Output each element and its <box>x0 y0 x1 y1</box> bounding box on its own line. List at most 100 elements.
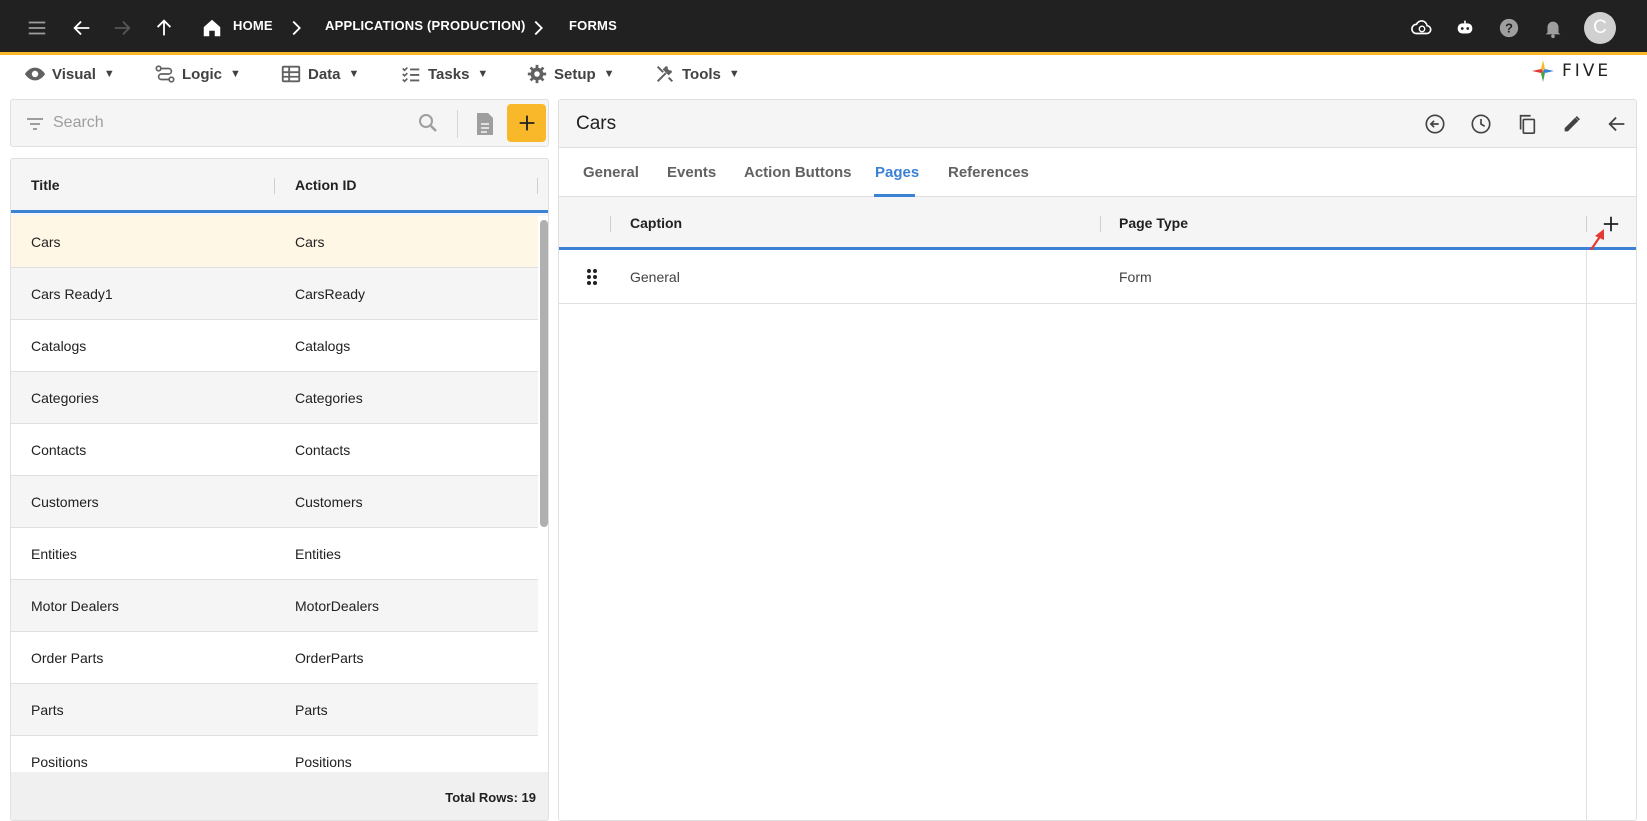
drag-handle-icon[interactable] <box>585 267 599 287</box>
gear-icon <box>527 64 547 84</box>
forms-list-table: Title Action ID Cars Cars Cars Ready1 Ca… <box>10 158 549 821</box>
caret-down-icon: ▼ <box>103 68 115 80</box>
scrollbar-thumb[interactable] <box>540 220 548 527</box>
record-panel: Cars General Events Action Buttons Pages… <box>558 99 1637 821</box>
eye-icon <box>24 67 46 81</box>
search-toolbar <box>10 99 549 147</box>
breadcrumb-chevron-icon <box>280 12 312 44</box>
table-row[interactable]: Customers Customers <box>11 476 538 528</box>
cell-action-id: Cars <box>295 234 325 250</box>
revert-icon[interactable] <box>1422 111 1448 137</box>
toolbar-divider <box>457 110 458 138</box>
cell-action-id: Parts <box>295 702 328 718</box>
menu-setup-label: Setup <box>554 65 596 83</box>
cell-action-id: CarsReady <box>295 286 366 302</box>
table-row[interactable]: Entities Entities <box>11 528 538 580</box>
total-rows-count: Total Rows: 19 <box>445 790 536 805</box>
table-row[interactable]: Motor Dealers MotorDealers <box>11 580 538 632</box>
tab-action-buttons[interactable]: Action Buttons <box>744 164 851 181</box>
menu-data[interactable]: Data ▼ <box>280 62 359 86</box>
forward-arrow-icon[interactable] <box>106 12 138 44</box>
cell-title: Positions <box>31 754 88 770</box>
tab-events[interactable]: Events <box>667 164 716 181</box>
cell-action-id: OrderParts <box>295 650 364 666</box>
menu-tools-label: Tools <box>682 65 721 83</box>
table-row[interactable]: Cars Ready1 CarsReady <box>11 268 538 320</box>
filter-icon[interactable] <box>23 112 47 136</box>
caret-down-icon: ▼ <box>728 68 740 80</box>
menu-visual-label: Visual <box>52 65 96 83</box>
edit-pencil-icon[interactable] <box>1559 111 1585 137</box>
column-resize-handle[interactable] <box>1100 216 1101 232</box>
search-icon[interactable] <box>416 111 440 135</box>
svg-text:?: ? <box>1505 21 1513 36</box>
table-row[interactable]: Positions Positions <box>11 736 538 772</box>
tab-pages[interactable]: Pages <box>875 164 919 181</box>
menu-setup[interactable]: Setup ▼ <box>526 62 615 86</box>
table-footer: Total Rows: 19 <box>11 772 548 820</box>
home-icon[interactable] <box>196 12 228 44</box>
table-row[interactable]: General Form <box>559 250 1636 304</box>
tab-general[interactable]: General <box>583 164 639 181</box>
user-avatar[interactable]: C <box>1584 12 1616 44</box>
column-header-title[interactable]: Title <box>31 177 60 193</box>
cell-title: Customers <box>31 494 99 510</box>
cell-action-id: Customers <box>295 494 363 510</box>
menu-visual[interactable]: Visual ▼ <box>24 62 115 86</box>
record-tabs: General Events Action Buttons Pages Refe… <box>559 148 1636 197</box>
up-arrow-icon[interactable] <box>148 12 180 44</box>
cell-action-id: Catalogs <box>295 338 351 354</box>
column-header-action-id[interactable]: Action ID <box>295 177 356 193</box>
add-record-button[interactable] <box>507 104 546 142</box>
table-row[interactable]: Cars Cars <box>11 216 538 268</box>
hamburger-menu-icon[interactable] <box>21 12 53 44</box>
table-row[interactable]: Order Parts OrderParts <box>11 632 538 684</box>
cell-title: Contacts <box>31 442 87 458</box>
history-clock-icon[interactable] <box>1468 111 1494 137</box>
menu-logic[interactable]: Logic ▼ <box>154 62 241 86</box>
cell-action-id: Entities <box>295 546 341 562</box>
caret-down-icon: ▼ <box>603 68 615 80</box>
table-row[interactable]: Categories Categories <box>11 372 538 424</box>
cell-action-id: Categories <box>295 390 363 406</box>
table-header: Title Action ID <box>11 159 548 213</box>
checklist-icon <box>402 66 420 83</box>
pages-table-header: Caption Page Type <box>559 197 1636 250</box>
search-input[interactable] <box>53 110 413 136</box>
chatbot-icon[interactable] <box>1449 12 1481 44</box>
column-header-page-type[interactable]: Page Type <box>1119 215 1188 231</box>
column-header-caption[interactable]: Caption <box>630 215 682 231</box>
five-logo-mark-icon <box>1532 60 1554 82</box>
breadcrumb-home[interactable]: HOME <box>233 18 273 33</box>
column-resize-handle[interactable] <box>537 178 538 194</box>
caret-down-icon: ▼ <box>348 68 360 80</box>
cell-title: Cars Ready1 <box>31 286 113 302</box>
record-title: Cars <box>576 113 617 134</box>
table-row[interactable]: Contacts Contacts <box>11 424 538 476</box>
cloud-sync-icon[interactable] <box>1406 12 1438 44</box>
logic-icon <box>155 65 175 83</box>
back-arrow-icon[interactable] <box>66 12 98 44</box>
column-resize-handle[interactable] <box>274 178 275 194</box>
copy-icon[interactable] <box>1514 111 1540 137</box>
table-body: Cars Cars Cars Ready1 CarsReady Catalogs… <box>11 216 538 772</box>
table-icon <box>281 65 301 83</box>
menu-logic-label: Logic <box>182 65 222 83</box>
close-panel-arrow-icon[interactable] <box>1604 111 1630 137</box>
menu-tools[interactable]: Tools ▼ <box>654 62 740 86</box>
five-logo: FIVE <box>1530 57 1625 85</box>
cell-title: Categories <box>31 390 99 406</box>
column-resize-handle[interactable] <box>610 216 611 232</box>
five-logo-text: FIVE <box>1562 61 1612 81</box>
table-row[interactable]: Parts Parts <box>11 684 538 736</box>
menu-tasks[interactable]: Tasks ▼ <box>400 62 488 86</box>
breadcrumb-applications[interactable]: APPLICATIONS (PRODUCTION) <box>325 18 525 33</box>
cell-page-type: Form <box>1119 269 1152 285</box>
breadcrumb-forms[interactable]: FORMS <box>569 18 617 33</box>
help-icon[interactable]: ? <box>1493 12 1525 44</box>
tab-references[interactable]: References <box>948 164 1029 181</box>
menu-data-label: Data <box>308 65 341 83</box>
document-icon[interactable] <box>473 111 497 137</box>
table-row[interactable]: Catalogs Catalogs <box>11 320 538 372</box>
notifications-bell-icon[interactable] <box>1537 12 1569 44</box>
